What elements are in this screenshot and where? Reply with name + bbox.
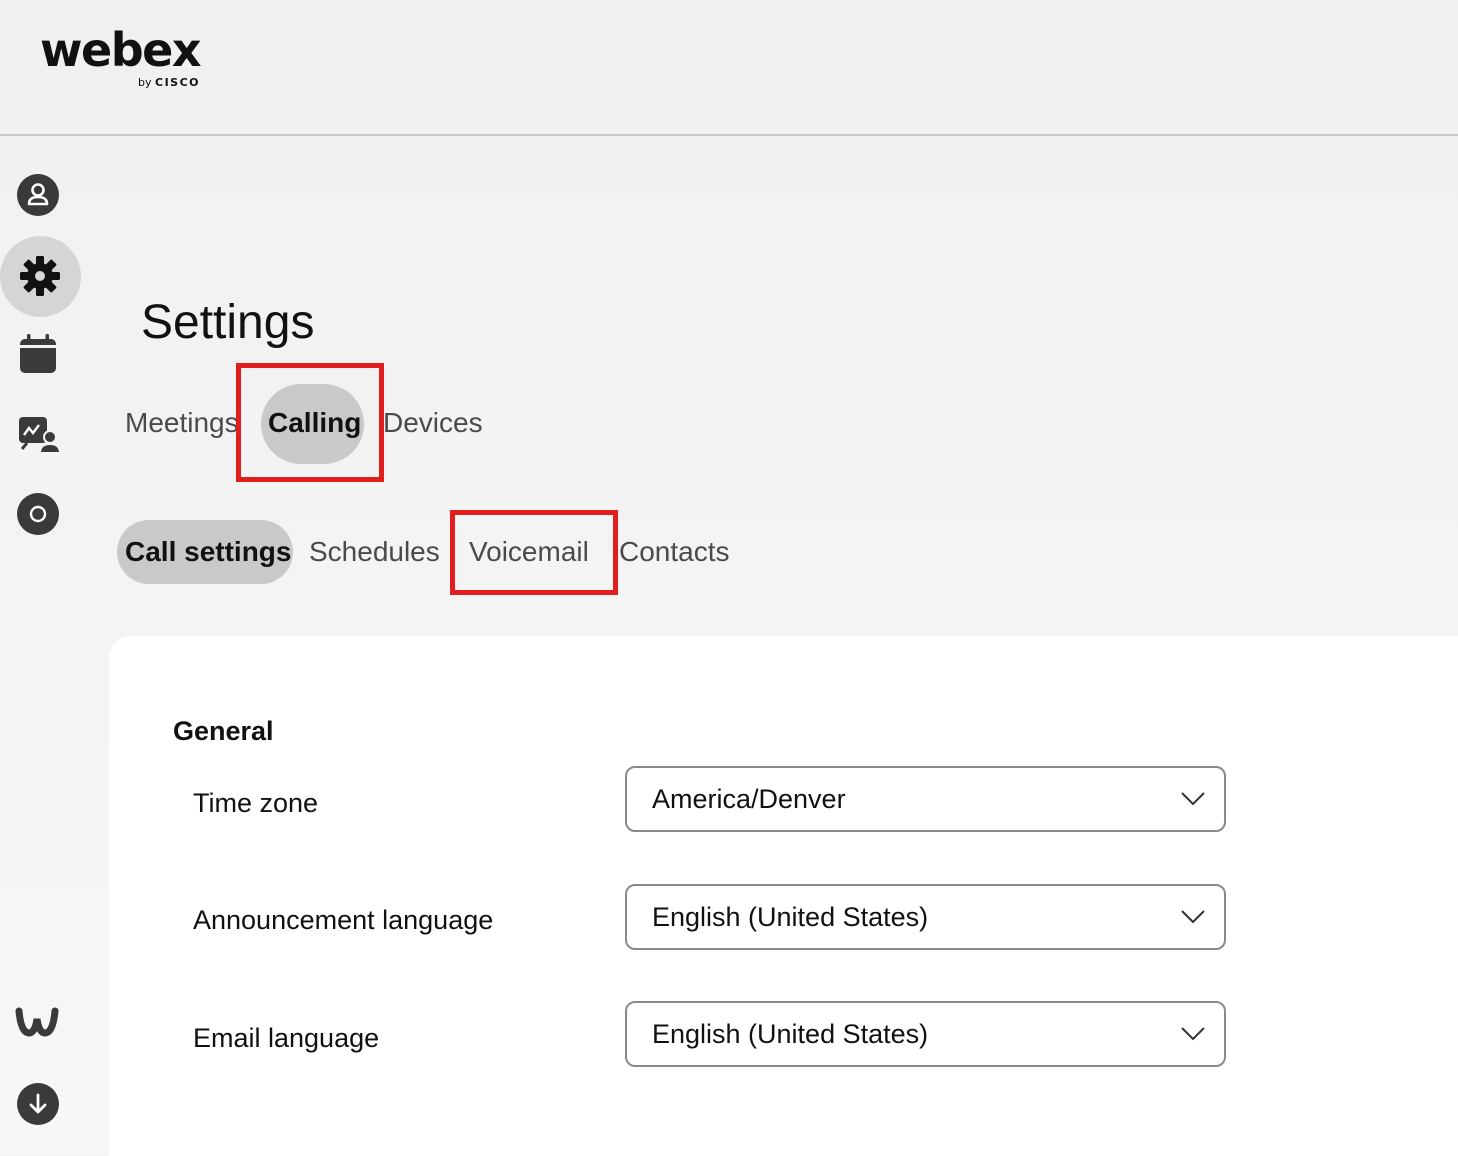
webex-logo: webex by CISCO — [40, 23, 202, 89]
chevron-down-icon — [1181, 792, 1205, 806]
logo-byline: by CISCO — [138, 76, 200, 89]
logo-wordmark: webex — [40, 23, 202, 77]
subtab-call-settings[interactable]: Call settings — [125, 535, 291, 569]
circle-icon[interactable] — [16, 492, 60, 536]
time-zone-select[interactable]: America/Denver — [625, 766, 1226, 832]
chevron-down-icon — [1181, 1027, 1205, 1041]
webex-logo-icon[interactable] — [15, 1003, 61, 1041]
email-language-label: Email language — [193, 1023, 380, 1053]
announcement-language-label: Announcement language — [193, 905, 494, 935]
announcement-language-value: English (United States) — [652, 902, 929, 932]
time-zone-label: Time zone — [193, 788, 319, 818]
logo-company: CISCO — [155, 76, 201, 89]
whiteboard-person-icon[interactable] — [18, 415, 60, 457]
page-title: Settings — [141, 296, 315, 349]
tab-devices[interactable]: Devices — [383, 406, 483, 440]
tab-meetings[interactable]: Meetings — [125, 406, 239, 440]
subtab-schedules[interactable]: Schedules — [309, 535, 440, 569]
calling-highlight-box — [236, 363, 384, 482]
calendar-icon[interactable] — [18, 333, 58, 375]
general-section-title: General — [173, 716, 274, 746]
user-icon[interactable] — [16, 173, 60, 217]
voicemail-highlight-box — [450, 510, 618, 595]
email-language-select[interactable]: English (United States) — [625, 1001, 1226, 1067]
chevron-down-icon — [1181, 910, 1205, 924]
top-bar: webex by CISCO — [0, 0, 1458, 136]
logo-by-text: by — [138, 76, 152, 89]
announcement-language-select[interactable]: English (United States) — [625, 884, 1226, 950]
gear-icon[interactable] — [18, 254, 62, 298]
subtab-contacts[interactable]: Contacts — [619, 535, 730, 569]
email-language-value: English (United States) — [652, 1019, 929, 1049]
download-icon[interactable] — [16, 1082, 60, 1126]
time-zone-value: America/Denver — [652, 784, 846, 814]
